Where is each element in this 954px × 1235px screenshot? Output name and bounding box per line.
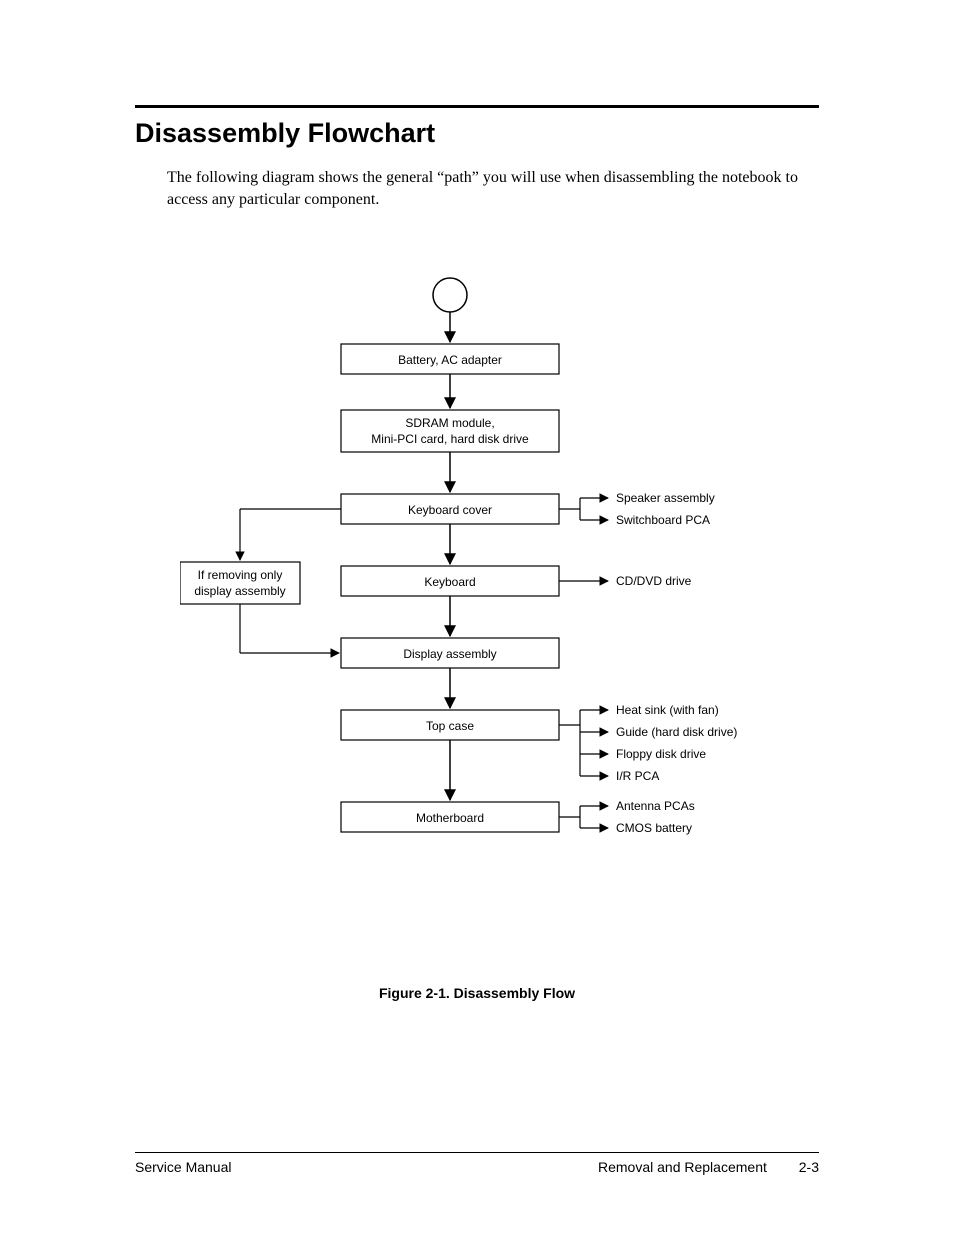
- footer-rule: [135, 1152, 819, 1153]
- intro-paragraph: The following diagram shows the general …: [167, 167, 807, 210]
- figure-caption: Figure 2-1. Disassembly Flow: [0, 985, 954, 1001]
- out-floppy: Floppy disk drive: [616, 747, 706, 761]
- box-motherboard-label: Motherboard: [416, 811, 484, 825]
- page-title: Disassembly Flowchart: [135, 118, 819, 149]
- box-keyboard-cover-label: Keyboard cover: [408, 503, 492, 517]
- out-antenna: Antenna PCAs: [616, 799, 695, 813]
- out-irpca: I/R PCA: [616, 769, 659, 783]
- flowchart-diagram: Battery, AC adapter SDRAM module, Mini-P…: [180, 270, 820, 900]
- page-footer: Service Manual Removal and Replacement 2…: [135, 1152, 819, 1175]
- footer-page: 2-3: [799, 1159, 819, 1175]
- out-cddvd: CD/DVD drive: [616, 574, 692, 588]
- box-top-case-label: Top case: [426, 719, 474, 733]
- footer-center: Removal and Replacement: [598, 1159, 767, 1175]
- start-node: [433, 278, 467, 312]
- footer-left: Service Manual: [135, 1159, 232, 1175]
- box-keyboard-label: Keyboard: [424, 575, 475, 589]
- out-guide: Guide (hard disk drive): [616, 725, 737, 739]
- page: Disassembly Flowchart The following diag…: [0, 0, 954, 1235]
- out-switchboard: Switchboard PCA: [616, 513, 710, 527]
- out-speaker: Speaker assembly: [616, 491, 715, 505]
- box-if-removing-l2: display assembly: [194, 584, 285, 598]
- top-rule: [135, 105, 819, 108]
- box-sdram-l2: Mini-PCI card, hard disk drive: [371, 432, 529, 446]
- out-cmos: CMOS battery: [616, 821, 692, 835]
- box-sdram-l1: SDRAM module,: [405, 416, 494, 430]
- box-battery-label: Battery, AC adapter: [398, 353, 502, 367]
- box-display-label: Display assembly: [403, 647, 496, 661]
- out-heatsink: Heat sink (with fan): [616, 703, 719, 717]
- box-if-removing-l1: If removing only: [198, 568, 283, 582]
